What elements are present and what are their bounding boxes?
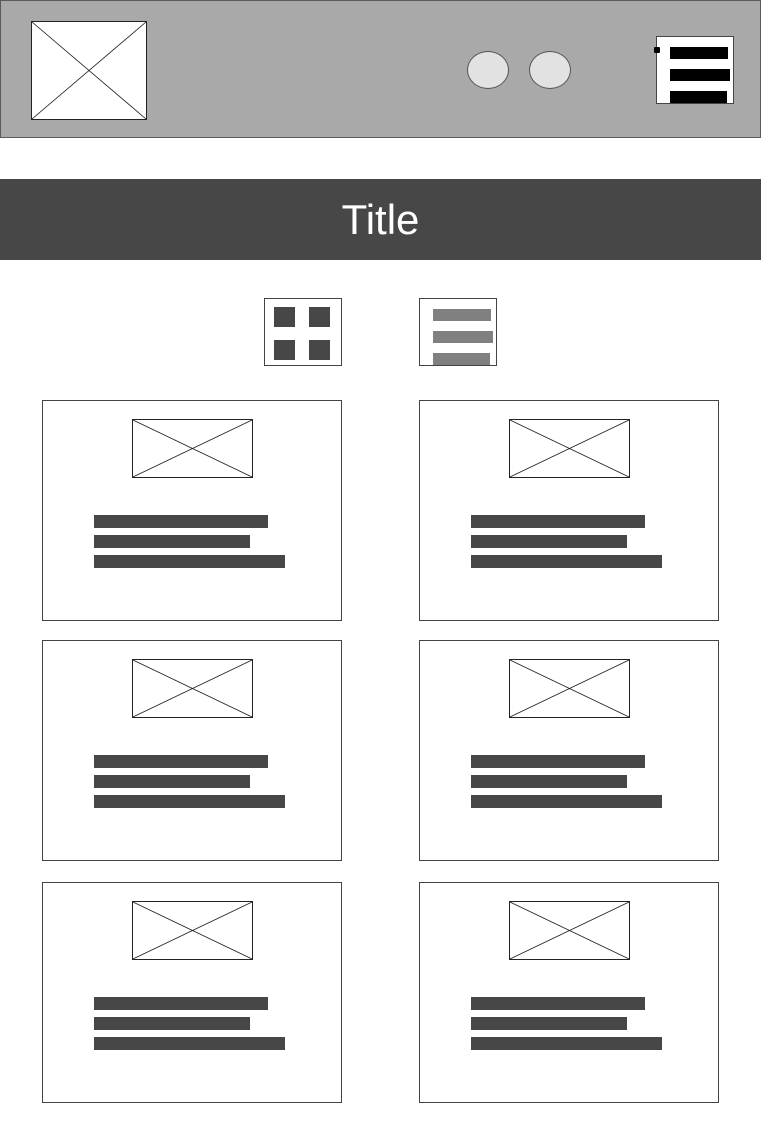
menu-indicator-dot bbox=[654, 47, 660, 53]
image-placeholder-icon bbox=[509, 419, 630, 478]
text-placeholder-line bbox=[471, 775, 627, 788]
content-card[interactable] bbox=[42, 400, 342, 621]
text-placeholder-line bbox=[94, 1037, 285, 1050]
content-card[interactable] bbox=[42, 882, 342, 1103]
grid-view-icon-cell bbox=[274, 340, 295, 360]
text-placeholder-line bbox=[471, 755, 645, 768]
content-card[interactable] bbox=[419, 400, 719, 621]
title-banner: Title bbox=[0, 179, 761, 260]
text-placeholder-line bbox=[94, 535, 250, 548]
circle-button-2[interactable] bbox=[529, 51, 571, 89]
text-placeholder-line bbox=[471, 535, 627, 548]
logo-image-placeholder-icon[interactable] bbox=[31, 21, 147, 120]
text-placeholder-line bbox=[94, 555, 285, 568]
content-card[interactable] bbox=[42, 640, 342, 861]
text-placeholder-line bbox=[94, 997, 268, 1010]
text-placeholder-line bbox=[471, 997, 645, 1010]
grid-view-icon-cell bbox=[309, 307, 330, 327]
text-placeholder-line bbox=[94, 775, 250, 788]
image-placeholder-icon bbox=[132, 659, 253, 718]
text-placeholder-line bbox=[94, 795, 285, 808]
text-placeholder-line bbox=[471, 1017, 627, 1030]
image-placeholder-icon bbox=[509, 901, 630, 960]
hamburger-menu-button[interactable] bbox=[654, 36, 734, 104]
text-placeholder-line bbox=[471, 555, 662, 568]
text-placeholder-line bbox=[471, 515, 645, 528]
content-card[interactable] bbox=[419, 640, 719, 861]
circle-button-1[interactable] bbox=[467, 51, 509, 89]
content-card[interactable] bbox=[419, 882, 719, 1103]
grid-view-icon-cell bbox=[274, 307, 295, 327]
text-placeholder-line bbox=[471, 1037, 662, 1050]
list-view-icon-bar bbox=[433, 353, 490, 365]
hamburger-line bbox=[670, 47, 728, 59]
text-placeholder-line bbox=[471, 795, 662, 808]
image-placeholder-icon bbox=[132, 901, 253, 960]
text-placeholder-line bbox=[94, 515, 268, 528]
header-bar bbox=[0, 0, 761, 138]
list-view-toggle[interactable] bbox=[419, 298, 497, 366]
image-placeholder-icon bbox=[509, 659, 630, 718]
text-placeholder-line bbox=[94, 755, 268, 768]
list-view-icon-bar bbox=[433, 309, 491, 321]
hamburger-line bbox=[670, 69, 730, 81]
image-placeholder-icon bbox=[132, 419, 253, 478]
grid-view-toggle[interactable] bbox=[264, 298, 342, 366]
grid-view-icon-cell bbox=[309, 340, 330, 360]
text-placeholder-line bbox=[94, 1017, 250, 1030]
hamburger-line bbox=[670, 91, 727, 103]
page-title: Title bbox=[341, 195, 420, 243]
list-view-icon-bar bbox=[433, 331, 493, 343]
